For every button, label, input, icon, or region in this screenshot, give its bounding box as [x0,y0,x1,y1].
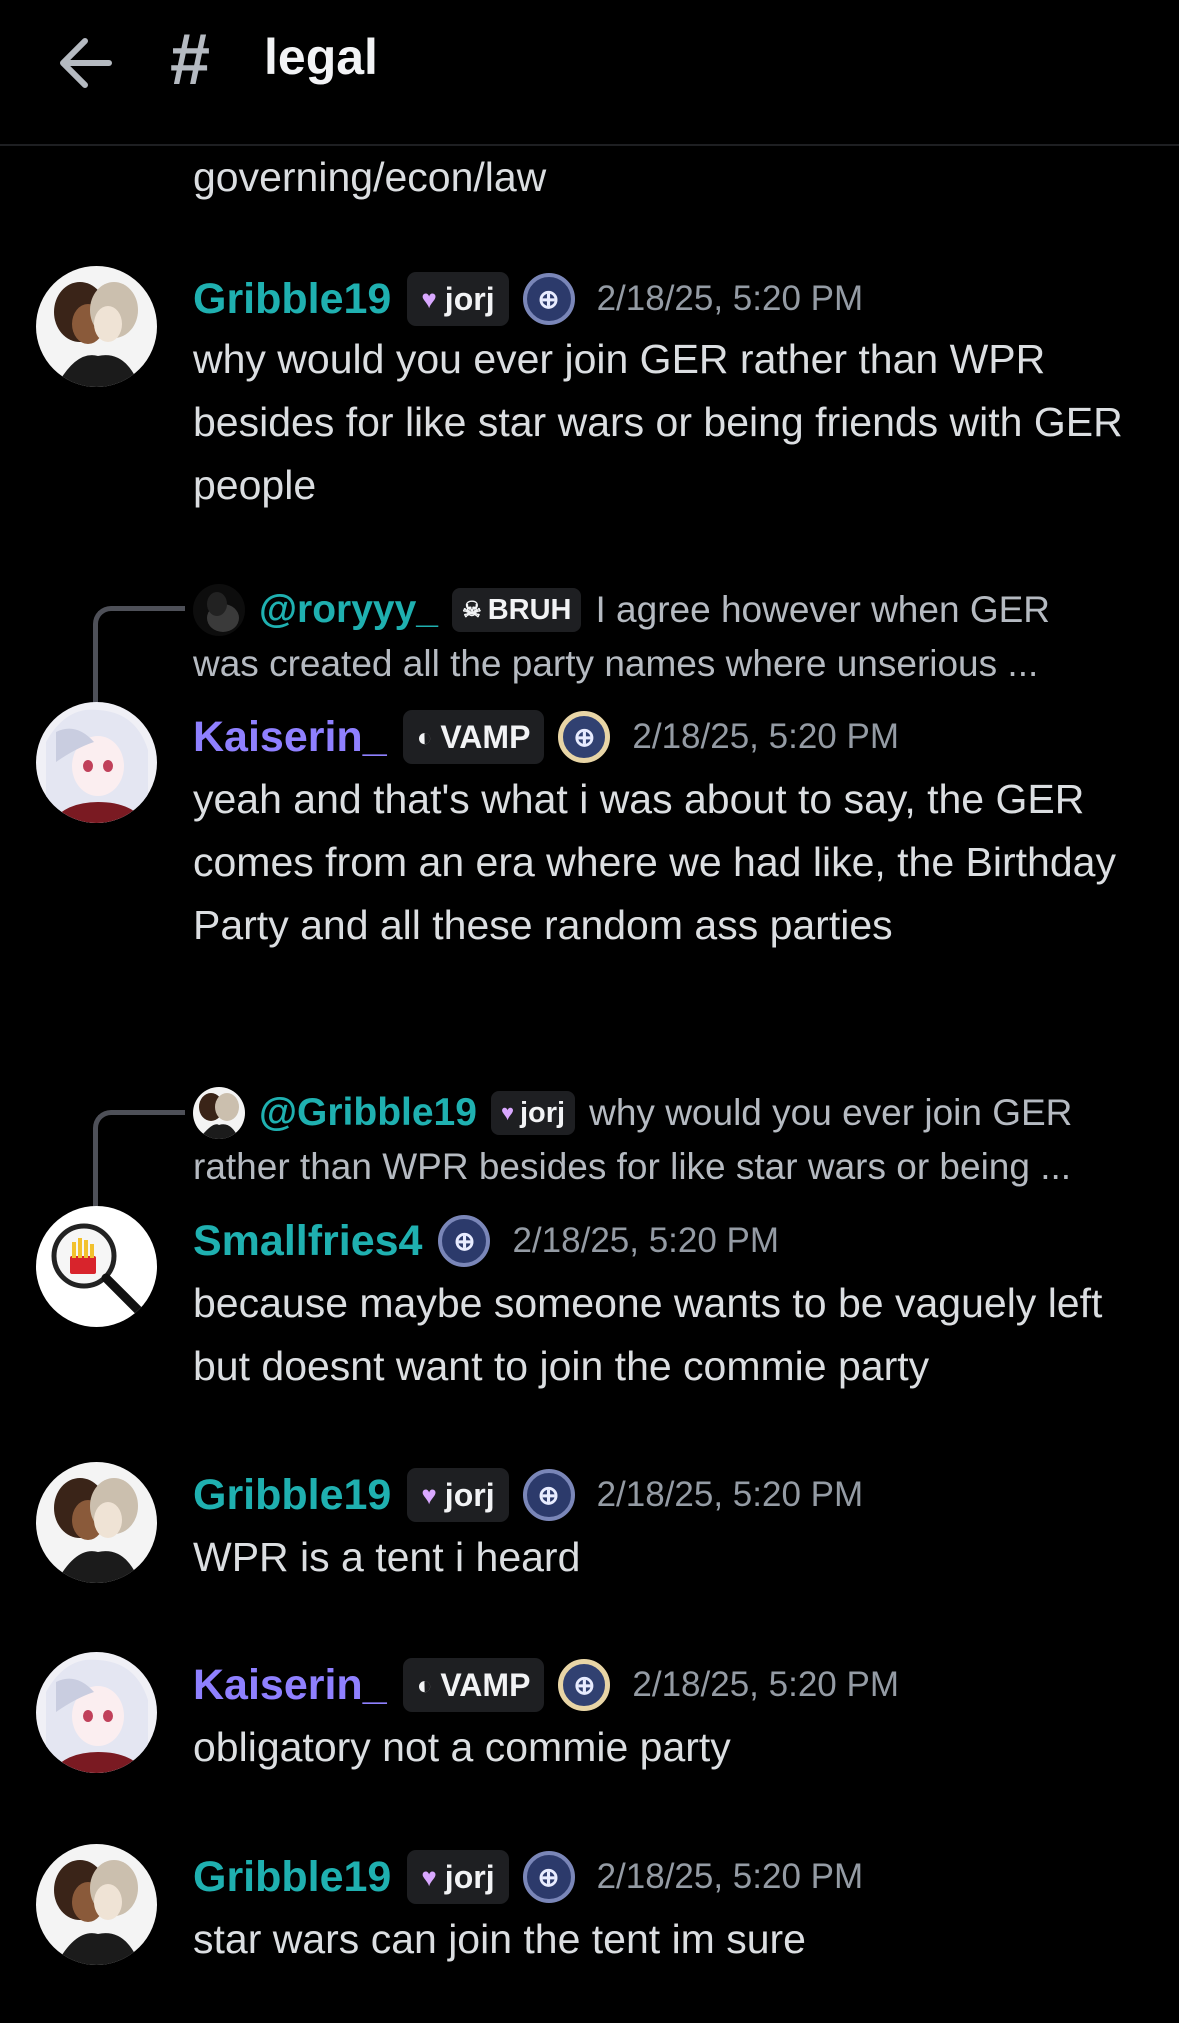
avatar-image [36,266,157,387]
username[interactable]: Kaiserin_ [193,1656,387,1714]
timestamp: 2/18/25, 5:20 PM [596,1475,864,1514]
moon-icon: ◐ [416,1669,433,1700]
arrow-left-icon [60,38,112,88]
message-header: Gribble19 ♥ jorj ⊕ 2/18/25, 5:20 PM [193,1466,863,1524]
username[interactable]: Gribble19 [193,1848,391,1906]
message-list[interactable]: governing/econ/law Gribble19 ♥ jorj ⊕ 2/1… [0,146,1179,2023]
timestamp: 2/18/25, 5:20 PM [632,717,899,756]
username[interactable]: Gribble19 [193,270,391,328]
server-tag[interactable]: ♥ jorj [407,1468,509,1522]
message-text: WPR is a tent i heard [193,1534,581,1580]
reply-snippet-continued: rather than WPR besides for like star wa… [193,1146,1072,1187]
message-text: because maybe someone wants to be vaguel… [193,1280,1114,1389]
reply-server-tag: ♥ jorj [490,1091,576,1135]
reply-server-tag-label: jorj [520,1097,566,1129]
message-text: yeah and that's what i was about to say,… [193,776,1128,948]
timestamp: 2/18/25, 5:20 PM [632,1665,899,1704]
message-text-fragment: governing/econ/law [193,154,547,200]
skull-icon: ☠ [461,597,482,622]
server-tag[interactable]: ◐ VAMP [402,710,545,764]
reply-avatar [193,1087,245,1139]
server-tag[interactable]: ◐ VAMP [402,1658,545,1712]
server-badge-icon[interactable]: ⊕ [522,1851,575,1903]
message-header: Kaiserin_ ◐ VAMP ⊕ 2/18/25, 5:20 PM [193,1656,899,1714]
heart-icon: ♥ [500,1100,514,1125]
message-text: star wars can join the tent im sure [193,1916,806,1962]
server-tag[interactable]: ♥ jorj [407,272,509,326]
server-badge-icon[interactable]: ⊕ [558,1659,611,1711]
message-header: Gribble19 ♥ jorj ⊕ 2/18/25, 5:20 PM [193,1848,863,1906]
avatar-smallfries4[interactable] [36,1206,157,1327]
message-text: why would you ever join GER rather than … [193,336,1135,508]
message-text: obligatory not a commie party [193,1724,731,1770]
server-tag-label: jorj [444,1476,495,1513]
reply-connector [93,1110,185,1212]
avatar-gribble19[interactable] [36,1462,157,1583]
channel-header: # legal [0,0,1179,146]
reply-snippet: I agree however when GER [595,589,1050,630]
username[interactable]: Kaiserin_ [193,708,387,766]
reply-server-tag-label: BRUH [487,594,572,626]
server-tag-label: VAMP [440,718,531,755]
heart-icon: ♥ [421,1861,437,1892]
avatar-kaiserin[interactable] [36,1652,157,1773]
timestamp: 2/18/25, 5:20 PM [512,1221,780,1260]
channel-hash-icon: # [170,20,211,100]
server-badge-icon[interactable]: ⊕ [558,711,611,763]
server-badge-icon[interactable]: ⊕ [438,1215,491,1267]
back-button[interactable] [50,28,120,98]
avatar-image [36,1652,157,1773]
reply-connector [93,606,185,708]
message-header: Gribble19 ♥ jorj ⊕ 2/18/25, 5:20 PM [193,270,863,328]
channel-title[interactable]: legal [264,25,378,89]
reply-author[interactable]: @roryyy_ [259,583,438,637]
server-tag-label: jorj [444,1858,495,1895]
avatar-gribble19[interactable] [36,1844,157,1965]
avatar-image [36,1462,157,1583]
username[interactable]: Smallfries4 [193,1212,422,1270]
timestamp: 2/18/25, 5:20 PM [596,279,864,318]
avatar-kaiserin[interactable] [36,702,157,823]
server-badge-icon[interactable]: ⊕ [522,273,575,325]
avatar-image [36,702,157,823]
server-tag[interactable]: ♥ jorj [407,1850,509,1904]
heart-icon: ♥ [421,283,437,314]
timestamp: 2/18/25, 5:20 PM [596,1857,864,1896]
server-badge-icon[interactable]: ⊕ [522,1469,575,1521]
server-tag-label: jorj [444,280,495,317]
heart-icon: ♥ [421,1479,437,1510]
reply-server-tag: ☠ BRUH [451,588,582,632]
username[interactable]: Gribble19 [193,1466,391,1524]
reply-preview[interactable]: @Gribble19 ♥ jorj why would you ever join… [193,1086,1153,1194]
server-tag-label: VAMP [440,1666,531,1703]
reply-snippet: why would you ever join GER [589,1092,1073,1133]
message-header: Smallfries4 ⊕ 2/18/25, 5:20 PM [193,1212,779,1270]
reply-preview[interactable]: @roryyy_ ☠ BRUH I agree however when GER … [193,583,1153,691]
avatar-image [36,1206,157,1327]
avatar-image [36,1844,157,1965]
reply-avatar [193,584,245,636]
avatar-gribble19[interactable] [36,266,157,387]
reply-author[interactable]: @Gribble19 [259,1086,477,1140]
message-header: Kaiserin_ ◐ VAMP ⊕ 2/18/25, 5:20 PM [193,708,899,766]
moon-icon: ◐ [416,721,433,752]
reply-snippet-continued: was created all the party names where un… [193,643,1039,684]
